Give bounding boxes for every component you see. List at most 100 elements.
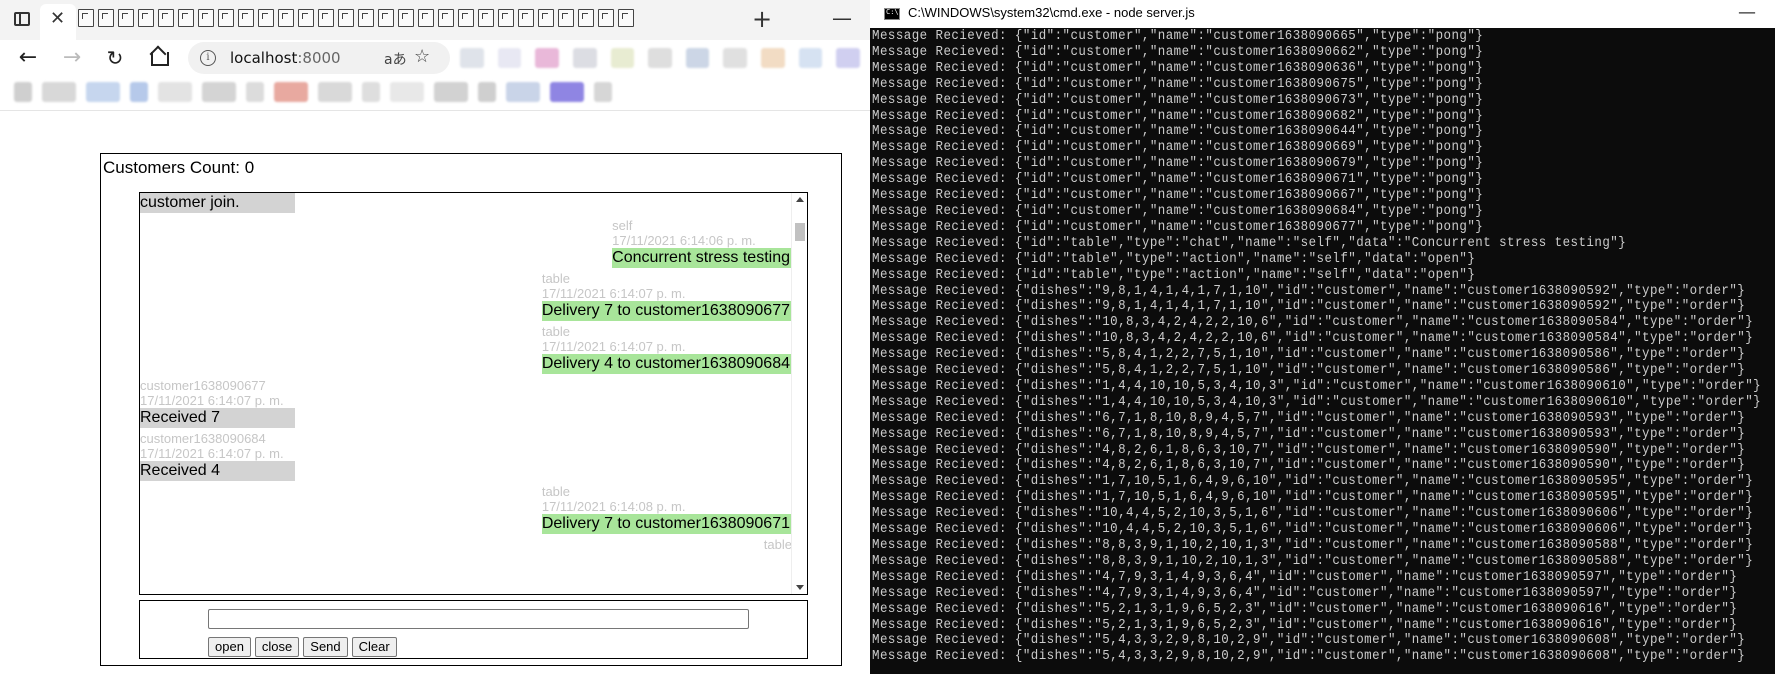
bookmark-item[interactable] (506, 82, 540, 102)
tab-favicon-icon[interactable] (158, 9, 174, 27)
extension-icon[interactable] (836, 48, 861, 68)
send-button[interactable]: Send (303, 637, 348, 657)
bookmark-item[interactable] (158, 82, 192, 102)
url-text[interactable]: localhost:8000 (230, 49, 341, 67)
tab-actions-icon[interactable] (14, 12, 30, 26)
message-text: Received 7 (140, 408, 295, 428)
close-tab-button[interactable]: ✕ (50, 9, 65, 29)
tab-favicon-icon[interactable] (238, 9, 254, 27)
bookmark-item[interactable] (478, 82, 496, 102)
outgoing-message: table (764, 537, 792, 552)
console-line: Message Recieved: {"dishes":"8,8,3,9,1,1… (872, 553, 1754, 569)
console-line: Message Recieved: {"dishes":"1,4,4,10,10… (872, 378, 1762, 394)
tab-favicon-icon[interactable] (298, 9, 314, 27)
close-button[interactable]: close (254, 637, 300, 657)
extension-icon[interactable] (723, 48, 748, 68)
tab-favicon-icon[interactable] (558, 9, 574, 27)
reload-button[interactable]: ↻ (101, 44, 129, 72)
tab-favicon-icon[interactable] (618, 9, 634, 27)
bookmark-item[interactable] (274, 82, 308, 102)
tab-favicon-icon[interactable] (598, 9, 614, 27)
forward-button[interactable]: → (58, 44, 86, 72)
console-line: Message Recieved: {"dishes":"10,4,4,5,2,… (872, 506, 1754, 522)
tab-favicon-icon[interactable] (518, 9, 534, 27)
scroll-up-icon[interactable] (796, 197, 804, 202)
console-line: Message Recieved: {"id":"customer","name… (872, 124, 1484, 140)
bookmark-item[interactable] (318, 82, 352, 102)
minimize-window-button[interactable]: — (832, 6, 852, 30)
tab-favicon-icon[interactable] (578, 9, 594, 27)
scroll-thumb[interactable] (795, 223, 805, 241)
scroll-down-icon[interactable] (796, 585, 804, 590)
new-tab-button[interactable]: + (752, 6, 772, 32)
bookmark-item[interactable] (202, 82, 236, 102)
console-icon (884, 8, 900, 20)
extension-icon[interactable] (685, 48, 710, 68)
tab-favicon-icon[interactable] (98, 9, 114, 27)
bookmark-item[interactable] (390, 82, 424, 102)
tab-favicon-icon[interactable] (198, 9, 214, 27)
bookmark-item[interactable] (362, 82, 380, 102)
chat-log[interactable]: customer join. self 17/11/2021 6:14:06 p. … (139, 192, 808, 595)
action-buttons: open close Send Clear (208, 637, 397, 657)
home-button[interactable] (144, 44, 172, 72)
tab-favicon-icon[interactable] (358, 9, 374, 27)
tab-favicon-icon[interactable] (258, 9, 274, 27)
tab-favicon-icon[interactable] (538, 9, 554, 27)
tab-favicon-icon[interactable] (498, 9, 514, 27)
tab-favicon-icon[interactable] (118, 9, 134, 27)
tab-favicon-icon[interactable] (138, 9, 154, 27)
bookmark-item[interactable] (42, 82, 76, 102)
tab-bar: ✕ + — (0, 0, 870, 40)
console-line: Message Recieved: {"dishes":"9,8,1,4,1,4… (872, 283, 1746, 299)
tab-favicon-icon[interactable] (478, 9, 494, 27)
read-aloud-icon[interactable]: aあ (384, 49, 407, 69)
add-favorite-icon[interactable]: ☆ (414, 46, 430, 67)
console-line: Message Recieved: {"dishes":"5,4,3,3,2,9… (872, 633, 1746, 649)
message-list: customer join. self 17/11/2021 6:14:06 p. … (140, 193, 792, 594)
tab-favicon-icon[interactable] (338, 9, 354, 27)
console-line: Message Recieved: {"dishes":"1,4,4,10,10… (872, 394, 1762, 410)
bookmark-item[interactable] (130, 82, 148, 102)
address-bar[interactable]: i localhost:8000 aあ ☆ (188, 42, 450, 74)
tab-favicon-icon[interactable] (218, 9, 234, 27)
scrollbar[interactable] (791, 193, 807, 594)
tab-favicon-icon[interactable] (418, 9, 434, 27)
open-button[interactable]: open (208, 637, 251, 657)
extension-icon[interactable] (648, 48, 672, 68)
tab-favicon-icon[interactable] (178, 9, 194, 27)
tab-favicon-icon[interactable] (398, 9, 414, 27)
minimize-console-button[interactable]: — (1738, 2, 1756, 23)
tab-favicon-icon[interactable] (438, 9, 454, 27)
console-output[interactable]: Message Recieved: {"id":"customer","name… (872, 29, 1772, 674)
message-input[interactable] (208, 609, 749, 629)
bookmark-item[interactable] (550, 82, 584, 102)
back-button[interactable]: ← (14, 44, 42, 72)
extension-icon[interactable] (460, 48, 484, 68)
extension-icon[interactable] (610, 48, 635, 68)
message-timestamp: 17/11/2021 6:14:07 p. m. (140, 446, 284, 461)
clear-button[interactable]: Clear (351, 637, 397, 657)
extension-icon[interactable] (497, 48, 522, 68)
tab-favicon-icon[interactable] (278, 9, 294, 27)
bookmark-item[interactable] (86, 82, 120, 102)
message-sender: customer1638090677 (140, 378, 266, 393)
extension-icon[interactable] (535, 48, 559, 68)
tab-favicon-icon[interactable] (378, 9, 394, 27)
extension-icon[interactable] (798, 48, 823, 68)
message-timestamp: 17/11/2021 6:14:07 p. m. (541, 339, 686, 354)
extension-icon[interactable] (761, 48, 785, 68)
bookmark-item[interactable] (14, 82, 32, 102)
bookmarks-bar (0, 76, 870, 110)
tab-favicon-icon[interactable] (458, 9, 474, 27)
message-sender: table (541, 271, 571, 286)
tab-favicon-icon[interactable] (318, 9, 334, 27)
console-line: Message Recieved: {"dishes":"5,8,4,1,2,2… (872, 347, 1746, 363)
bookmark-item[interactable] (246, 82, 264, 102)
bookmark-item[interactable] (434, 82, 468, 102)
info-icon[interactable]: i (200, 50, 216, 66)
bookmark-item[interactable] (594, 82, 612, 102)
tab-favicon-icon[interactable] (78, 9, 94, 27)
console-title-bar[interactable]: C:\WINDOWS\system32\cmd.exe - node serve… (870, 0, 1775, 28)
extension-icon[interactable] (572, 48, 597, 68)
